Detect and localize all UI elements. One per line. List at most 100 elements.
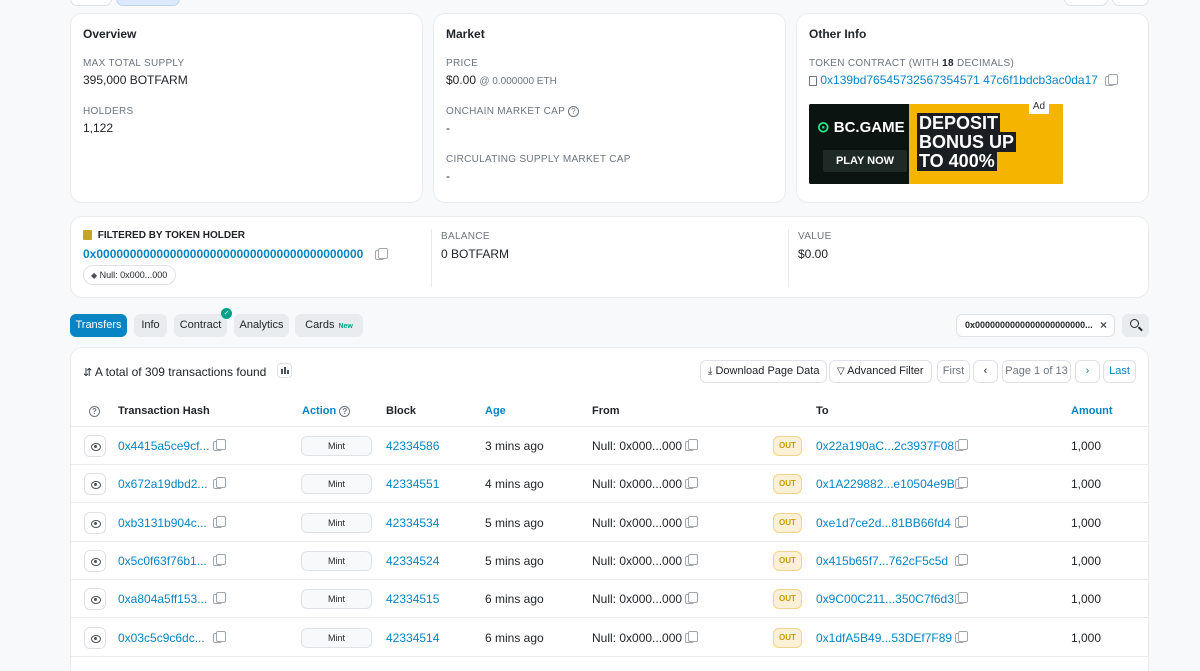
- to-address-link[interactable]: 0x1A229882...e10504e9B: [816, 477, 955, 491]
- from-address[interactable]: Null: 0x000...000: [592, 592, 682, 606]
- from-address[interactable]: Null: 0x000...000: [592, 554, 682, 568]
- block-link[interactable]: 42334515: [386, 592, 439, 606]
- copy-icon[interactable]: [955, 477, 968, 490]
- copy-icon[interactable]: [213, 553, 226, 566]
- ad-banner[interactable]: ⊙ BC.GAME PLAY NOW DEPOSIT BONUS UP TO 4…: [809, 104, 1063, 184]
- ad-left-panel: ⊙ BC.GAME PLAY NOW: [809, 104, 909, 184]
- copy-icon[interactable]: [685, 592, 698, 605]
- copy-icon[interactable]: [374, 247, 388, 260]
- market-title: Market: [446, 27, 485, 41]
- filter-label: FILTERED BY TOKEN HOLDER: [97, 230, 246, 241]
- from-address[interactable]: Null: 0x000...000: [592, 477, 682, 491]
- contract-address-link[interactable]: 0x139bd76545732567354571 47c6f1bdcb3ac0d…: [820, 73, 1098, 87]
- question-icon[interactable]: ?: [568, 106, 580, 117]
- last-page-button[interactable]: Last: [1103, 360, 1136, 383]
- header-from: From: [592, 405, 620, 417]
- eye-icon[interactable]: [84, 435, 106, 457]
- sort-icon: ⇵: [83, 367, 93, 379]
- header-action[interactable]: Action ?: [302, 405, 351, 417]
- copy-icon[interactable]: [213, 515, 226, 528]
- to-address-link[interactable]: 0x9C00C211...350C7f6d3: [816, 592, 954, 606]
- header-age[interactable]: Age: [485, 405, 506, 417]
- chart-icon[interactable]: [277, 363, 292, 378]
- tx-hash-link[interactable]: 0xb3131b904c...: [118, 516, 207, 530]
- copy-icon[interactable]: [955, 592, 968, 605]
- top-button-partial[interactable]: [70, 0, 112, 6]
- copy-icon[interactable]: [213, 477, 226, 490]
- address-filter-pill[interactable]: 0x0000000000000000000000... ×: [956, 314, 1115, 337]
- from-address[interactable]: Null: 0x000...000: [592, 516, 682, 530]
- copy-icon[interactable]: [213, 630, 226, 643]
- price-label: PRICE: [446, 58, 479, 69]
- direction-badge: OUT: [773, 589, 802, 610]
- copy-icon[interactable]: [955, 515, 968, 528]
- block-link[interactable]: 42334586: [386, 439, 439, 453]
- close-icon[interactable]: ×: [1100, 315, 1107, 336]
- tab-transfers[interactable]: Transfers: [70, 314, 127, 337]
- eye-icon[interactable]: [84, 473, 106, 496]
- eye-icon[interactable]: [84, 588, 106, 611]
- prev-page-button[interactable]: ‹: [973, 360, 998, 383]
- amount-text: 1,000: [1071, 630, 1102, 645]
- tab-contract[interactable]: Contract: [174, 314, 227, 337]
- to-address-link[interactable]: 0x22a190aC...2c3937F08: [816, 439, 954, 453]
- summary-row: ⇵ A total of 309 transactions found: [83, 365, 266, 379]
- help-icon[interactable]: ?: [89, 405, 100, 417]
- eye-icon[interactable]: [84, 626, 106, 649]
- header-to: To: [816, 405, 829, 417]
- copy-icon[interactable]: [685, 439, 698, 451]
- copy-icon[interactable]: [955, 439, 968, 451]
- tab-info[interactable]: Info: [134, 314, 167, 337]
- ad-brand: ⊙ BC.GAME: [817, 119, 905, 136]
- first-page-button[interactable]: First: [937, 360, 970, 383]
- chevron-right-icon: ›: [1085, 365, 1090, 377]
- to-address-link[interactable]: 0x415b65f7...762cF5c5d: [816, 554, 948, 568]
- ad-badge: Ad: [1029, 100, 1049, 114]
- tx-hash-link[interactable]: 0x03c5c9c6dc...: [118, 631, 205, 645]
- filter-label-row: FILTERED BY TOKEN HOLDER: [83, 230, 245, 241]
- header-amount[interactable]: Amount: [1071, 405, 1113, 417]
- copy-icon[interactable]: [685, 630, 698, 643]
- copy-icon[interactable]: [213, 439, 226, 451]
- ad-play-button[interactable]: PLAY NOW: [823, 150, 907, 172]
- from-address[interactable]: Null: 0x000...000: [592, 631, 682, 645]
- tx-hash-link[interactable]: 0x4415a5ce9cf...: [118, 439, 209, 453]
- amount-text: 1,000: [1071, 515, 1102, 530]
- download-icon: ⤓: [708, 366, 713, 377]
- to-address-link[interactable]: 0xe1d7ce2d...81BB66fd4: [816, 516, 951, 530]
- copy-icon[interactable]: [213, 592, 226, 605]
- table-row: 0xb3131b904c... Mint 42334534 5 mins ago Nul…: [71, 504, 1148, 542]
- filter-icon: ▽: [837, 366, 845, 377]
- copy-icon[interactable]: [1105, 73, 1119, 86]
- from-address[interactable]: Null: 0x000...000: [592, 439, 682, 453]
- search-button[interactable]: [1122, 314, 1149, 337]
- eye-icon[interactable]: [84, 549, 106, 572]
- next-page-button[interactable]: ›: [1075, 360, 1100, 383]
- eye-icon[interactable]: [84, 511, 106, 534]
- copy-icon[interactable]: [685, 477, 698, 490]
- tx-hash-link[interactable]: 0x672a19dbd2...: [118, 477, 207, 491]
- top-button-partial[interactable]: [1064, 0, 1108, 6]
- download-button[interactable]: ⤓ Download Page Data: [700, 360, 828, 383]
- copy-icon[interactable]: [685, 515, 698, 528]
- copy-icon[interactable]: [955, 630, 968, 643]
- block-link[interactable]: 42334514: [386, 631, 439, 645]
- top-button-partial[interactable]: [116, 0, 180, 6]
- copy-icon[interactable]: [955, 553, 968, 566]
- to-address-link[interactable]: 0x1dfA5B49...53DEf7F89: [816, 631, 952, 645]
- block-link[interactable]: 42334524: [386, 554, 439, 568]
- advanced-filter-button[interactable]: ▽ Advanced Filter: [829, 360, 932, 383]
- filter-address[interactable]: 0x00000000000000000000000000000000000000…: [83, 247, 363, 261]
- top-button-partial[interactable]: [1112, 0, 1149, 6]
- block-link[interactable]: 42334534: [386, 516, 439, 530]
- tx-hash-link[interactable]: 0xa804a5ff153...: [118, 592, 207, 606]
- tab-analytics[interactable]: Analytics: [234, 314, 289, 337]
- copy-icon[interactable]: [685, 553, 698, 566]
- market-card: Market PRICE $0.00 @ 0.000000 ETH ONCHAI…: [433, 13, 786, 203]
- amount-text: 1,000: [1071, 439, 1102, 453]
- value-value: $0.00: [798, 247, 829, 261]
- block-link[interactable]: 42334551: [386, 477, 439, 491]
- tab-cards[interactable]: Cards New: [295, 314, 363, 337]
- tx-hash-link[interactable]: 0x5c0f63f76b1...: [118, 554, 207, 568]
- ad-right-panel: DEPOSIT BONUS UP TO 400%: [909, 104, 1063, 184]
